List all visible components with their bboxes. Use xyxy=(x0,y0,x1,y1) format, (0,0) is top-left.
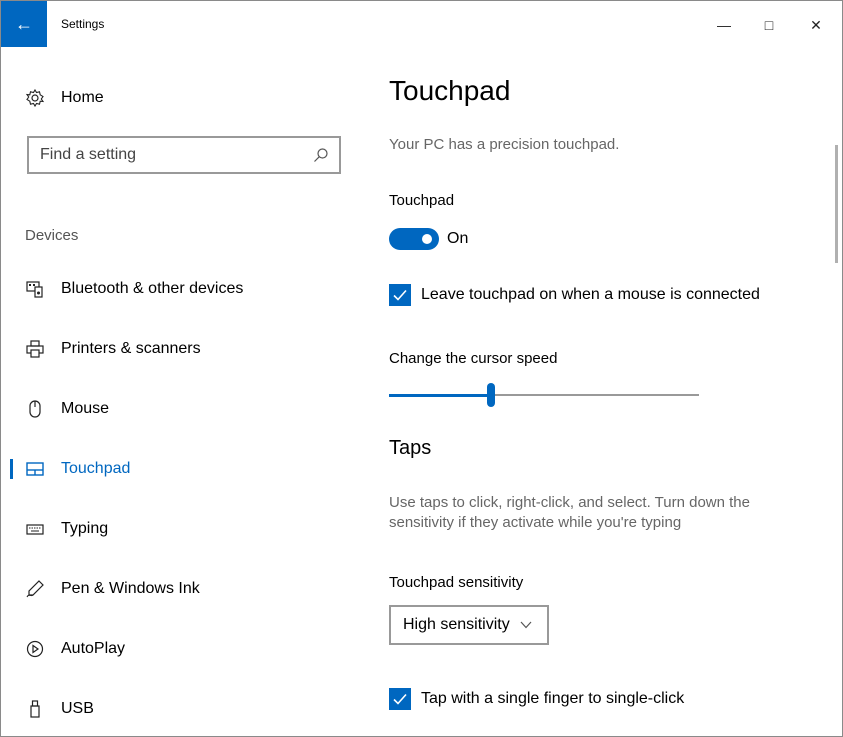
chevron-down-icon xyxy=(520,621,532,629)
leave-touchpad-on-checkbox[interactable] xyxy=(389,284,411,306)
touchpad-toggle-label: Touchpad xyxy=(389,192,455,209)
leave-touchpad-on-row[interactable]: Leave touchpad on when a mouse is connec… xyxy=(389,284,760,306)
sidebar-item-bluetooth[interactable]: Bluetooth & other devices xyxy=(1,269,361,309)
sensitivity-value: High sensitivity xyxy=(403,616,510,633)
sidebar-item-pen[interactable]: Pen & Windows Ink xyxy=(1,569,361,609)
sidebar-item-label: Bluetooth & other devices xyxy=(61,280,244,297)
page-subtitle: Your PC has a precision touchpad. xyxy=(389,136,620,153)
minimize-icon: — xyxy=(717,17,731,33)
window-title: Settings xyxy=(61,17,105,31)
sidebar: Home Find a setting Devices Bluetooth & … xyxy=(1,47,361,736)
home-label: Home xyxy=(61,89,104,106)
active-indicator xyxy=(10,459,13,479)
sidebar-item-printers[interactable]: Printers & scanners xyxy=(1,329,361,369)
single-tap-label: Tap with a single finger to single-click xyxy=(421,690,685,707)
touchpad-toggle[interactable] xyxy=(389,228,439,250)
settings-window: ← Settings — □ ✕ Home Find a setting Dev… xyxy=(0,0,843,737)
sidebar-item-label: USB xyxy=(61,700,94,717)
sidebar-item-touchpad[interactable]: Touchpad xyxy=(1,449,361,489)
checkmark-icon xyxy=(393,289,407,301)
sidebar-item-autoplay[interactable]: AutoPlay xyxy=(1,629,361,669)
cursor-speed-label: Change the cursor speed xyxy=(389,350,558,367)
scrollbar[interactable] xyxy=(835,145,838,263)
single-tap-row[interactable]: Tap with a single finger to single-click xyxy=(389,688,684,710)
sidebar-item-label: Pen & Windows Ink xyxy=(61,580,200,597)
toggle-knob xyxy=(422,234,432,244)
slider-fill xyxy=(389,394,491,397)
taps-description: Use taps to click, right-click, and sele… xyxy=(389,494,750,531)
usb-icon xyxy=(30,700,40,718)
minimize-button[interactable]: — xyxy=(701,9,747,41)
sidebar-item-label: Printers & scanners xyxy=(61,340,201,357)
gear-icon xyxy=(25,88,45,108)
autoplay-icon xyxy=(26,640,44,658)
slider-track xyxy=(491,394,699,396)
sidebar-item-label: AutoPlay xyxy=(61,640,126,657)
slider-thumb[interactable] xyxy=(487,383,495,407)
bluetooth-devices-icon xyxy=(26,281,43,298)
sidebar-item-typing[interactable]: Typing xyxy=(1,509,361,549)
main-content: Touchpad Your PC has a precision touchpa… xyxy=(389,47,829,736)
mouse-icon xyxy=(29,400,41,418)
close-button[interactable]: ✕ xyxy=(793,9,839,41)
title-bar: ← Settings — □ ✕ xyxy=(1,1,842,47)
sidebar-item-mouse[interactable]: Mouse xyxy=(1,389,361,429)
pen-icon xyxy=(26,580,44,598)
back-button[interactable]: ← xyxy=(1,1,47,47)
sensitivity-label: Touchpad sensitivity xyxy=(389,574,524,591)
cursor-speed-slider[interactable] xyxy=(389,383,699,407)
search-icon[interactable] xyxy=(313,147,329,163)
toggle-state-text: On xyxy=(447,230,469,247)
checkmark-icon xyxy=(393,693,407,705)
single-tap-checkbox[interactable] xyxy=(389,688,411,710)
page-title: Touchpad xyxy=(389,75,511,106)
keyboard-icon xyxy=(26,524,44,535)
sidebar-item-usb[interactable]: USB xyxy=(1,689,361,729)
devices-group-label: Devices xyxy=(25,227,79,244)
sensitivity-dropdown[interactable]: High sensitivity xyxy=(389,605,549,645)
back-arrow-icon: ← xyxy=(15,13,33,34)
search-input[interactable]: Find a setting xyxy=(40,146,313,164)
sidebar-item-label: Mouse xyxy=(61,400,110,417)
search-box[interactable]: Find a setting xyxy=(27,136,341,174)
maximize-button[interactable]: □ xyxy=(746,9,792,41)
touchpad-icon xyxy=(26,462,44,476)
home-nav-item[interactable]: Home xyxy=(25,87,104,109)
printer-icon xyxy=(26,340,44,358)
taps-heading: Taps xyxy=(389,437,432,459)
close-icon: ✕ xyxy=(810,16,822,33)
maximize-icon: □ xyxy=(764,17,774,33)
sidebar-item-label: Touchpad xyxy=(61,460,131,477)
leave-touchpad-on-label: Leave touchpad on when a mouse is connec… xyxy=(421,286,760,303)
sidebar-item-label: Typing xyxy=(61,520,109,537)
